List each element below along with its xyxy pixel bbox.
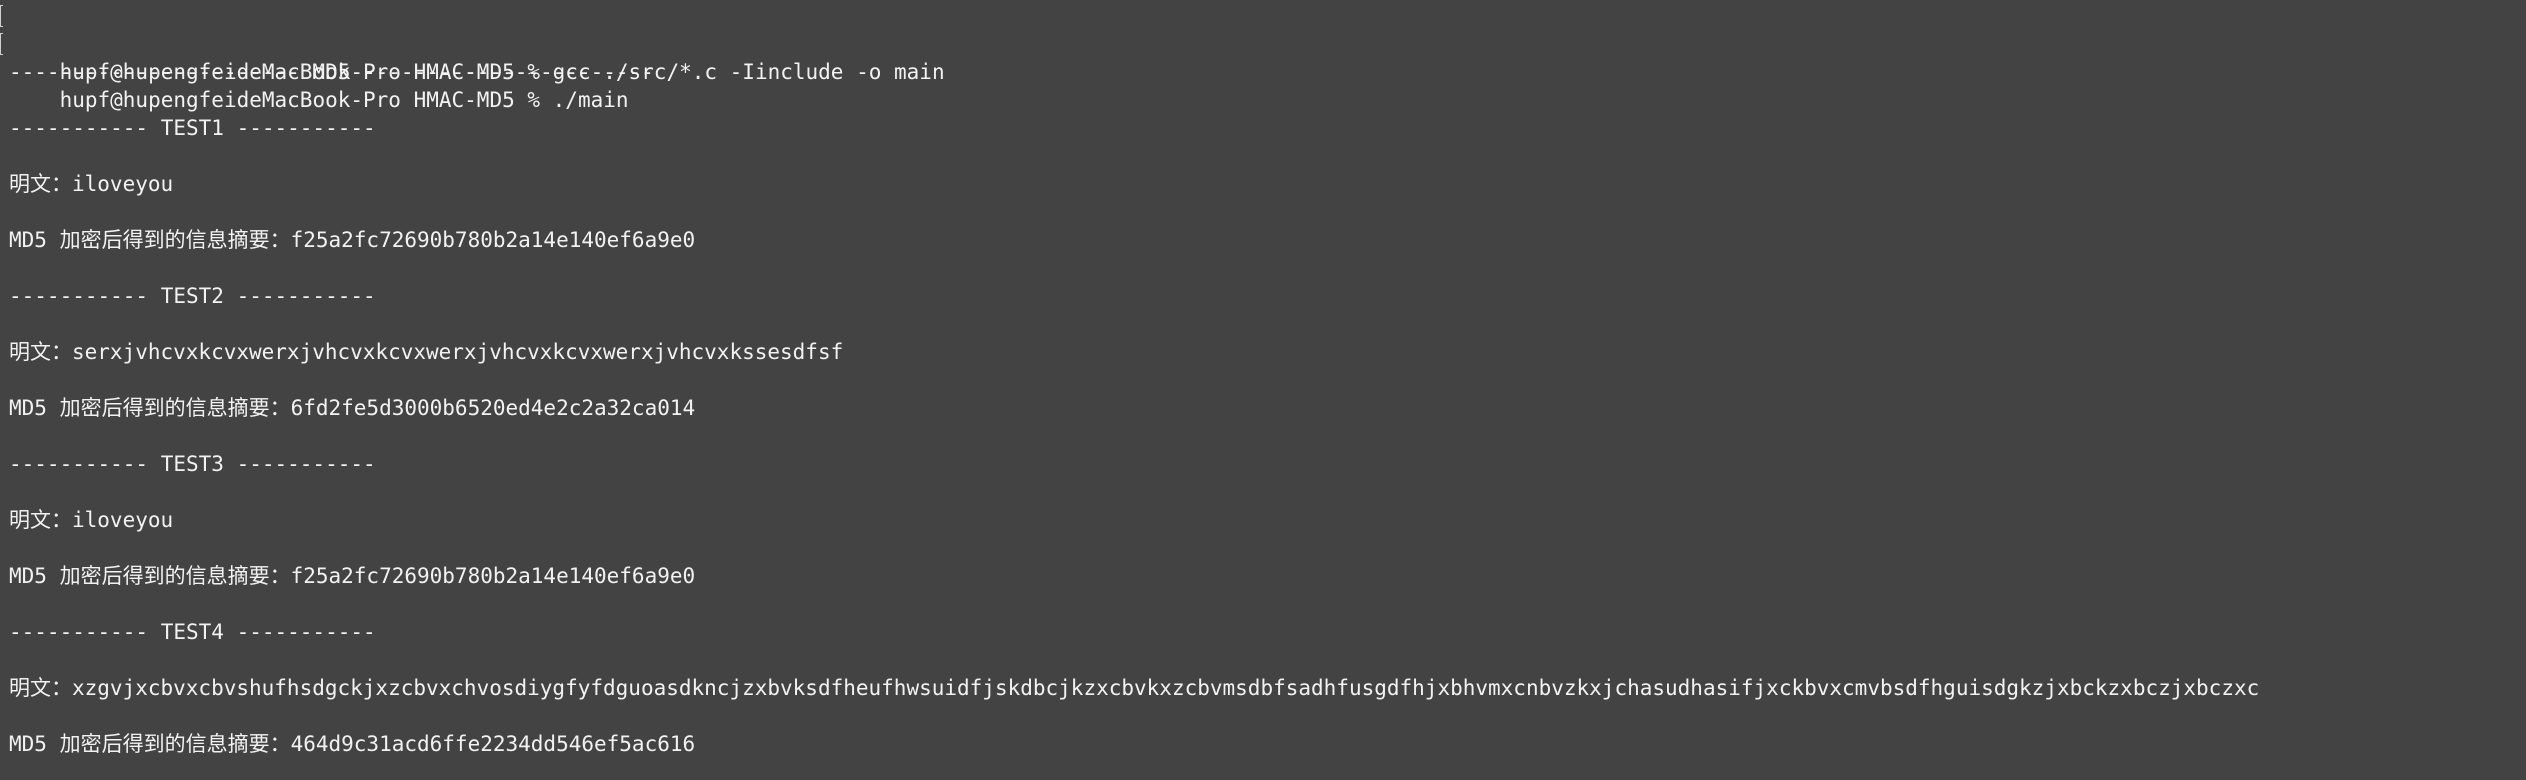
test2-plaintext: 明文：serxjvhcvxkcvxwerxjvhcvxkcvxwerxjvhcv… [9,340,844,364]
test3-header: ----------- TEST3 ----------- [9,452,376,476]
test3-digest: MD5 加密后得到的信息摘要：f25a2fc72690b780b2a14e140… [9,564,696,588]
test4-digest: MD5 加密后得到的信息摘要：464d9c31acd6ffe2234dd546e… [9,732,696,756]
test1-digest: MD5 加密后得到的信息摘要：f25a2fc72690b780b2a14e140… [9,228,696,252]
test1-plaintext: 明文：iloveyou [9,172,174,196]
test1-header: ----------- TEST1 ----------- [9,116,376,140]
test2-digest: MD5 加密后得到的信息摘要：6fd2fe5d3000b6520ed4e2c2a… [9,396,696,420]
test3-plaintext: 明文：iloveyou [9,508,174,532]
prompt-mark-icon [0,33,3,55]
md5-header: ----------------------- MD5 ------------… [9,60,654,84]
test4-header: ----------- TEST4 ----------- [9,620,376,644]
command-line-compile: hupf@hupengfeideMacBook-Pro HMAC-MD5 % g… [0,2,2526,84]
command-line-run: hupf@hupengfeideMacBook-Pro HMAC-MD5 % .… [0,30,2526,112]
test2-header: ----------- TEST2 ----------- [9,284,376,308]
prompt-mark-icon [0,5,3,27]
test4-plaintext: 明文：xzgvjxcbvxcbvshufhsdgckjxzcbvxchvosdi… [9,676,2260,700]
terminal-window[interactable]: hupf@hupengfeideMacBook-Pro HMAC-MD5 % g… [0,0,2526,780]
